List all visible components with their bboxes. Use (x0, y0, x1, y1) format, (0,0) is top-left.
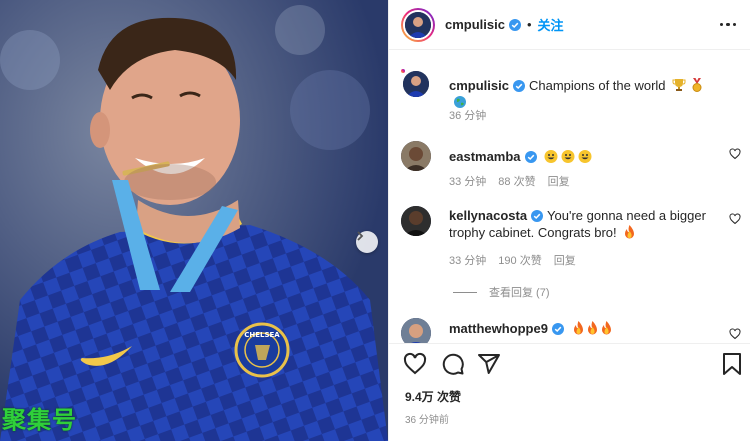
comment-username[interactable]: kellynacosta (449, 208, 527, 223)
next-photo-button[interactable] (356, 231, 378, 253)
verified-badge-icon (512, 80, 525, 92)
view-replies-label[interactable]: 查看回复 (7) (489, 284, 550, 300)
action-bar (389, 343, 750, 383)
svg-text:CHELSEA: CHELSEA (244, 331, 280, 339)
comment-time: 33 分钟 (449, 255, 487, 267)
caption-avatar[interactable] (401, 69, 431, 99)
verified-badge-icon (551, 323, 564, 335)
comment-like-heart-icon[interactable] (729, 213, 741, 225)
post-photo[interactable]: CHELSEA 聚集号 (0, 0, 388, 441)
header-username[interactable]: cmpulisic (445, 17, 505, 32)
post-time: 36 分钟前 (405, 415, 449, 426)
fire-icon (573, 321, 611, 335)
reply-button[interactable]: 回复 (548, 173, 570, 189)
post-header: cmpulisic • 关注 (389, 0, 750, 50)
likes-count[interactable]: 9.4万 次赞 (405, 388, 461, 405)
caption-avatar-ring[interactable] (401, 69, 431, 99)
caption-time: 36 分钟 (449, 110, 487, 122)
chevron-right-icon (357, 231, 364, 241)
comment-username[interactable]: matthewhoppe9 (449, 321, 548, 336)
commenter-avatar[interactable] (401, 141, 431, 171)
comment-likes[interactable]: 88 次赞 (498, 173, 535, 189)
view-replies-button[interactable]: 查看回复 (7) (453, 284, 550, 300)
comment-meta: 33 分钟 88 次赞 回复 (449, 173, 570, 189)
comment-text-block: eastmamba (449, 148, 719, 165)
caption-username[interactable]: cmpulisic (449, 78, 509, 93)
fire-icon (625, 225, 635, 239)
reply-button[interactable]: 回复 (554, 252, 576, 268)
comment-username[interactable]: eastmamba (449, 149, 521, 164)
bookmark-icon[interactable] (721, 352, 743, 376)
commenter-avatar[interactable] (401, 318, 431, 343)
watermark: 聚集号 (2, 406, 77, 434)
comment-text-block: kellynacosta You're gonna need a bigger t… (449, 207, 719, 241)
verified-badge-icon (508, 18, 521, 31)
more-options-icon[interactable] (719, 22, 736, 27)
comment-like-heart-icon[interactable] (729, 148, 741, 160)
comment-time: 33 分钟 (449, 176, 487, 188)
share-icon[interactable] (477, 352, 501, 376)
author-avatar[interactable] (403, 9, 433, 40)
comment-meta: 33 分钟 190 次赞 回复 (449, 252, 576, 268)
commenter-avatar[interactable] (401, 206, 431, 236)
post-side-panel: cmpulisic • 关注 cmpulisic Champions of the… (388, 0, 750, 441)
caption-text: Champions of the world (528, 78, 666, 93)
dot-separator: • (526, 17, 532, 32)
trophy-icon (672, 79, 686, 91)
verified-badge-icon (531, 210, 544, 222)
caption-text-block: cmpulisic Champions of the world (449, 77, 719, 111)
follow-button[interactable]: 关注 (538, 15, 564, 34)
comment-icon[interactable] (441, 352, 465, 376)
comment-likes[interactable]: 190 次赞 (498, 252, 541, 268)
verified-badge-icon (524, 151, 537, 163)
caption-meta: 36 分钟 (449, 107, 486, 123)
author-avatar-ring[interactable] (401, 7, 435, 42)
comments-list[interactable]: cmpulisic Champions of the world 36 分钟 ea… (389, 51, 750, 343)
comment-text-block: matthewhoppe9 (449, 320, 719, 337)
grin-emoji-icon (544, 150, 592, 163)
heart-icon[interactable] (403, 352, 427, 376)
comment-like-heart-icon[interactable] (729, 328, 741, 340)
divider (453, 291, 477, 293)
medal-icon (692, 78, 702, 92)
player-photo-illustration: CHELSEA (0, 0, 388, 441)
